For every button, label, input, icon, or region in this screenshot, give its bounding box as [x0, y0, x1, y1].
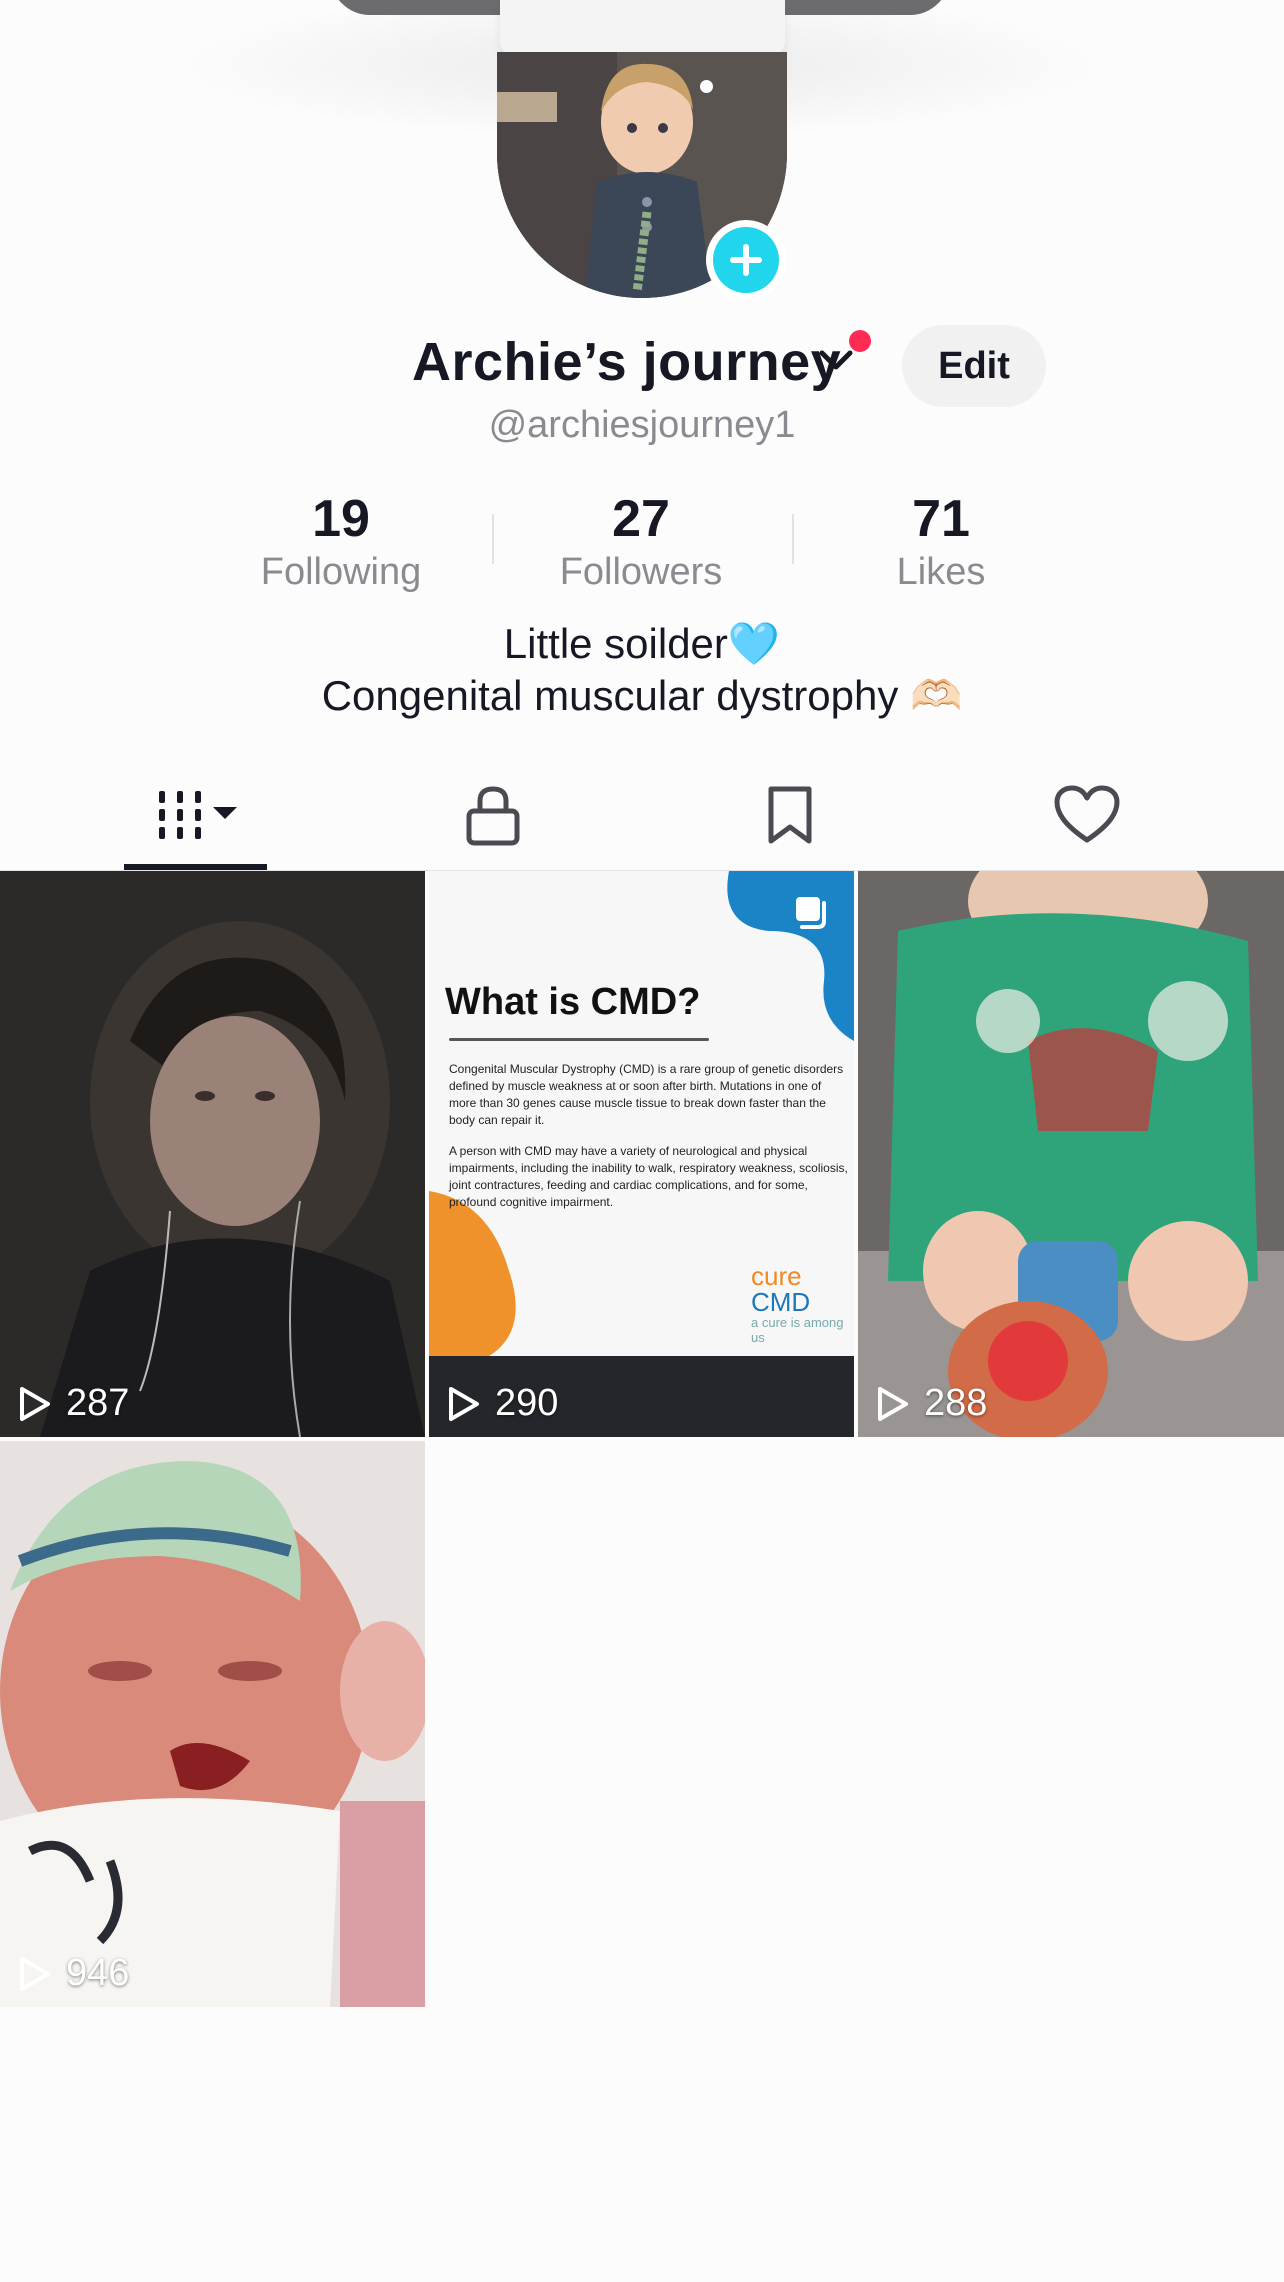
- heart-icon: [1054, 785, 1120, 843]
- cmd-paragraph: A person with CMD may have a variety of …: [449, 1144, 848, 1209]
- grid-icon: [159, 791, 237, 839]
- stat-value: 27: [612, 490, 670, 548]
- view-count-value: 287: [66, 1382, 130, 1424]
- add-story-button[interactable]: [706, 220, 786, 300]
- stat-value: 19: [312, 490, 370, 548]
- profile-name[interactable]: Archie’s journey: [412, 331, 841, 393]
- cmd-paragraph: Congenital Muscular Dystrophy (CMD) is a…: [449, 1062, 844, 1127]
- stat-likes[interactable]: 71 Likes: [811, 488, 1071, 594]
- video-thumbnail[interactable]: 946: [0, 1441, 425, 2007]
- cure-cmd-logo: cure CMD: [751, 1263, 810, 1315]
- profile-stats: 19 Following 27 Followers 71 Likes: [0, 488, 1284, 598]
- logo-tagline: a cure is among us: [751, 1315, 844, 1345]
- cmd-title: What is CMD?: [445, 981, 701, 1023]
- plus-icon: [730, 244, 762, 276]
- stat-divider: [792, 514, 794, 564]
- stat-following[interactable]: 19 Following: [211, 488, 471, 594]
- stat-label: Following: [260, 551, 422, 593]
- play-icon: [20, 1386, 50, 1421]
- thumbnail-image: [0, 1441, 425, 2007]
- bookmark-icon: [768, 786, 812, 844]
- edit-profile-button[interactable]: Edit: [902, 325, 1046, 407]
- cmd-description: Congenital Muscular Dystrophy (CMD) is a…: [449, 1061, 849, 1225]
- tab-liked[interactable]: [1012, 760, 1162, 870]
- profile-handle: @archiesjourney1: [488, 404, 796, 446]
- view-count-value: 946: [66, 1952, 130, 1994]
- stat-label: Followers: [559, 551, 723, 593]
- video-thumbnail[interactable]: 288: [858, 871, 1284, 1437]
- stat-value: 71: [912, 490, 970, 548]
- view-count: 287: [18, 1382, 129, 1425]
- thumbnail-image: [858, 871, 1284, 1437]
- multi-image-icon: [796, 897, 826, 929]
- view-count: 290: [447, 1382, 558, 1425]
- tooltip-pointer: [700, 80, 713, 93]
- view-count-value: 288: [924, 1382, 988, 1424]
- tab-favorites[interactable]: [715, 760, 865, 870]
- view-count: 946: [18, 1952, 129, 1995]
- title-underline: [449, 1038, 709, 1041]
- chevron-down-icon[interactable]: [818, 347, 854, 373]
- video-thumbnail[interactable]: 287: [0, 871, 425, 1437]
- thumbnail-image: [0, 871, 425, 1437]
- play-icon: [449, 1386, 479, 1421]
- tab-videos[interactable]: [120, 760, 270, 870]
- stat-followers[interactable]: 27 Followers: [511, 488, 771, 594]
- tooltip-bubble: [500, 0, 785, 57]
- bio-line: Little soilder🩵: [503, 620, 781, 667]
- stat-label: Likes: [896, 551, 986, 593]
- lock-icon: [466, 786, 520, 846]
- logo-cmd: CMD: [751, 1287, 811, 1317]
- stat-divider: [492, 514, 494, 564]
- view-count-value: 290: [495, 1382, 559, 1424]
- profile-tabs: [0, 760, 1284, 870]
- name-row: Archie’s journey: [0, 325, 1284, 405]
- play-icon: [20, 1956, 50, 1991]
- play-icon: [878, 1386, 908, 1421]
- profile-bio: Little soilder🩵 Congenital muscular dyst…: [0, 618, 1284, 722]
- caret-down-icon: [213, 807, 237, 819]
- view-count: 288: [876, 1382, 987, 1425]
- notification-dot: [849, 330, 871, 352]
- tab-private[interactable]: [418, 760, 568, 870]
- video-thumbnail[interactable]: What is CMD? Congenital Muscular Dystrop…: [429, 871, 854, 1437]
- bio-line: Congenital muscular dystrophy 🫶🏻: [321, 672, 963, 719]
